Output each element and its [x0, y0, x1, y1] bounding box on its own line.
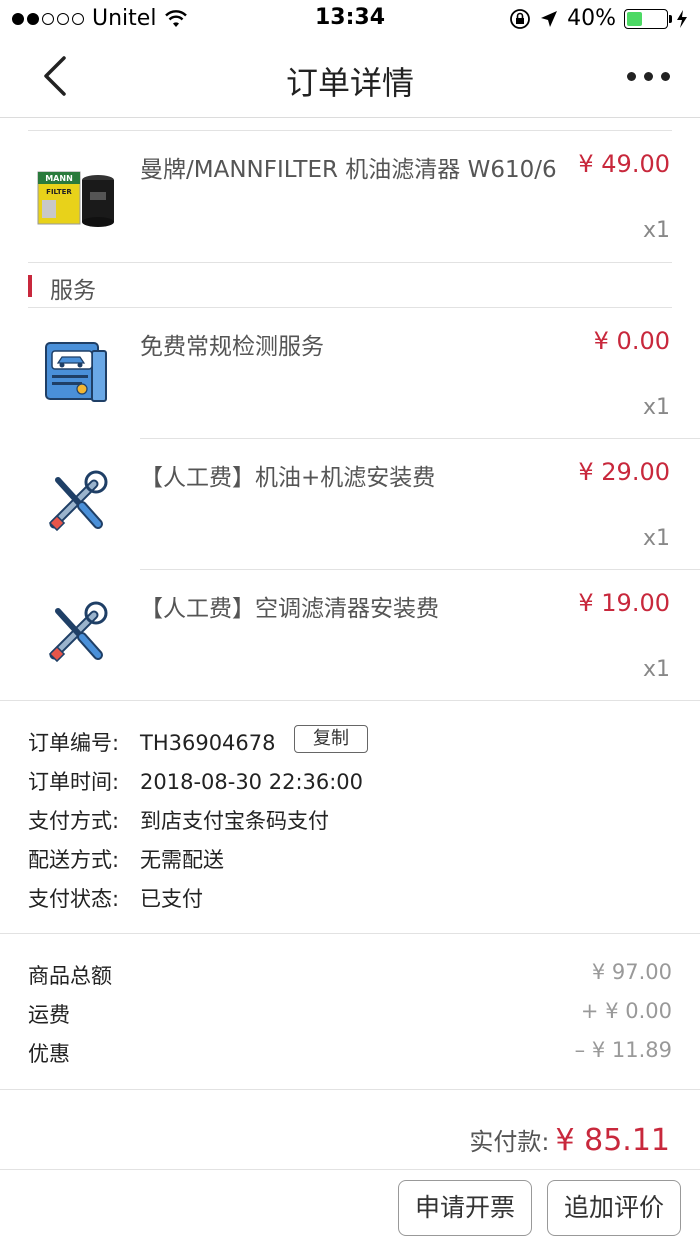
- order-time: 2018-08-30 22:36:00: [140, 770, 364, 794]
- status-bar: Unitel 13:34 40%: [0, 0, 700, 40]
- service-item[interactable]: 【人工费】机油+机滤安装费 ¥ 29.00 x1: [0, 438, 700, 569]
- order-number-row: 订单编号: TH36904678: [28, 727, 276, 757]
- total-paid-label: 实付款:: [469, 1128, 550, 1156]
- shipping-value: + ¥ 0.00: [580, 999, 672, 1023]
- payment-status: 已支付: [140, 887, 203, 911]
- product-price: ¥ 49.00: [578, 150, 670, 178]
- shipping-label: 运费: [28, 1003, 70, 1027]
- service-quantity: x1: [642, 657, 670, 682]
- product-quantity: x1: [642, 218, 670, 243]
- svg-text:FILTER: FILTER: [46, 188, 72, 196]
- order-time-label: 订单时间:: [28, 770, 120, 794]
- service-item[interactable]: 【人工费】空调滤清器安装费 ¥ 19.00 x1: [0, 569, 700, 700]
- service-name: 免费常规检测服务: [140, 334, 324, 360]
- svg-text:MANN: MANN: [45, 174, 73, 183]
- divider: [0, 1089, 700, 1090]
- service-quantity: x1: [642, 395, 670, 420]
- divider: [0, 1169, 700, 1170]
- car-document-icon: [45, 342, 107, 402]
- product-name: 曼牌/MANNFILTER 机油滤清器 W610/6: [140, 157, 557, 183]
- service-quantity: x1: [642, 526, 670, 551]
- tools-icon: [48, 601, 108, 663]
- section-accent-bar: [28, 275, 32, 297]
- product-item[interactable]: MANN FILTER 曼牌/MANNFILTER 机油滤清器 W610/6 ¥…: [0, 130, 700, 262]
- service-item[interactable]: 免费常规检测服务 ¥ 0.00 x1: [0, 307, 700, 438]
- service-name: 【人工费】机油+机滤安装费: [140, 465, 436, 491]
- request-invoice-button[interactable]: 申请开票: [398, 1180, 532, 1236]
- discount-label: 优惠: [28, 1042, 70, 1066]
- tools-icon: [48, 470, 108, 532]
- divider: [0, 933, 700, 934]
- more-menu-icon[interactable]: [627, 72, 670, 81]
- status-right: 40%: [509, 6, 688, 31]
- service-price: ¥ 29.00: [578, 458, 670, 486]
- payment-status-label: 支付状态:: [28, 887, 120, 911]
- goods-total-value: ¥ 97.00: [591, 960, 672, 984]
- charging-bolt-icon: [677, 9, 687, 28]
- location-arrow-icon: [541, 10, 558, 27]
- oil-filter-product-image: MANN FILTER: [37, 171, 114, 227]
- total-paid-value: ¥ 85.11: [555, 1123, 670, 1158]
- payment-method: 到店支付宝条码支付: [140, 809, 329, 833]
- divider: [0, 700, 700, 701]
- delivery-method-label: 配送方式:: [28, 848, 120, 872]
- order-number: TH36904678: [140, 731, 276, 755]
- service-price: ¥ 0.00: [593, 327, 670, 355]
- services-section-header: 服务: [0, 263, 700, 307]
- service-name: 【人工费】空调滤清器安装费: [140, 596, 439, 622]
- goods-total-label: 商品总额: [28, 964, 112, 988]
- navigation-bar: 订单详情: [0, 40, 700, 118]
- rotation-lock-icon: [510, 8, 530, 29]
- battery-percent: 40%: [567, 6, 616, 31]
- total-paid-row: 实付款: ¥ 85.11: [469, 1122, 670, 1158]
- payment-method-row: 支付方式: 到店支付宝条码支付: [28, 805, 329, 835]
- section-label: 服务: [50, 278, 96, 304]
- discount-value: – ¥ 11.89: [574, 1038, 672, 1062]
- payment-method-label: 支付方式:: [28, 809, 120, 833]
- service-price: ¥ 19.00: [578, 589, 670, 617]
- delivery-method: 无需配送: [140, 848, 224, 872]
- payment-status-row: 支付状态: 已支付: [28, 883, 203, 913]
- copy-button[interactable]: 复制: [294, 725, 368, 753]
- order-number-label: 订单编号:: [28, 731, 120, 755]
- order-time-row: 订单时间: 2018-08-30 22:36:00: [28, 766, 363, 796]
- add-review-button[interactable]: 追加评价: [547, 1180, 681, 1236]
- page-title: 订单详情: [285, 64, 414, 102]
- delivery-method-row: 配送方式: 无需配送: [28, 844, 224, 874]
- battery-icon: [624, 8, 672, 29]
